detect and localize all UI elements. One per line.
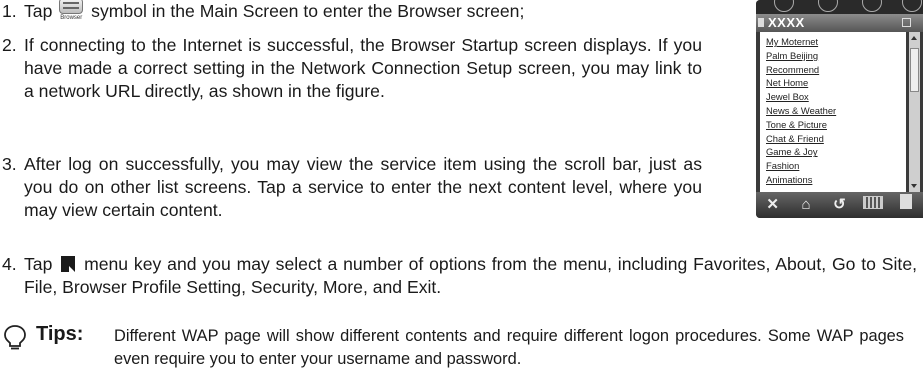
step-number: 2.	[2, 35, 17, 55]
menu-icon[interactable]	[892, 192, 920, 218]
close-icon[interactable]: ✕	[759, 192, 787, 218]
page-icon	[758, 18, 764, 27]
tips-label: Tips:	[36, 323, 84, 345]
step-4-text-after: menu key and you may select a number of …	[24, 254, 917, 297]
scroll-up-icon[interactable]	[911, 36, 917, 40]
step-1-text-after: symbol in the Main Screen to enter the B…	[86, 1, 525, 21]
link-item[interactable]: Tone & Picture	[766, 118, 906, 132]
browser-icon: Browser	[59, 0, 84, 24]
link-list: My Moternet Palm Beijing Recommend Net H…	[760, 32, 906, 187]
tips-text: Different WAP page will show different c…	[114, 327, 904, 368]
browser-icon-caption: Browser	[60, 15, 83, 21]
phone-top-bar	[756, 0, 923, 14]
step-number: 1.	[2, 1, 17, 21]
link-list-area: My Moternet Palm Beijing Recommend Net H…	[760, 32, 906, 192]
refresh-icon[interactable]: ↺	[825, 192, 853, 218]
scroll-thumb[interactable]	[910, 48, 919, 92]
link-item[interactable]: Net Home	[766, 76, 906, 90]
menu-key-icon	[61, 256, 76, 272]
link-item[interactable]: Palm Beijing	[766, 49, 906, 63]
browser-screenshot: XXXX My Moternet Palm Beijing Recommend …	[756, 0, 923, 218]
link-item[interactable]: Fashion	[766, 159, 906, 173]
step-1-text-before: Tap	[24, 1, 58, 21]
window-icon	[902, 18, 911, 27]
step-number: 4.	[2, 254, 17, 274]
scroll-down-icon[interactable]	[911, 184, 917, 188]
browser-title: XXXX	[768, 15, 805, 30]
link-item[interactable]: My Moternet	[766, 35, 906, 49]
step-2-text: If connecting to the Internet is success…	[24, 35, 702, 101]
link-item[interactable]: Animations	[766, 173, 906, 187]
step-number: 3.	[2, 154, 17, 174]
link-item[interactable]: Game & Joy	[766, 145, 906, 159]
browser-bottom-bar: ✕ ⌂ ↺	[756, 192, 923, 218]
home-icon[interactable]: ⌂	[792, 192, 820, 218]
lightbulb-icon	[4, 325, 26, 350]
step-3-text: After log on successfully, you may view …	[24, 154, 702, 220]
scrollbar[interactable]	[909, 32, 920, 192]
keyboard-icon[interactable]	[859, 192, 887, 218]
link-item[interactable]: News & Weather	[766, 104, 906, 118]
step-4-text-before: Tap	[24, 254, 59, 274]
link-item[interactable]: Chat & Friend	[766, 132, 906, 146]
link-item[interactable]: Recommend	[766, 63, 906, 77]
browser-title-bar: XXXX	[756, 14, 923, 32]
link-item[interactable]: Jewel Box	[766, 90, 906, 104]
